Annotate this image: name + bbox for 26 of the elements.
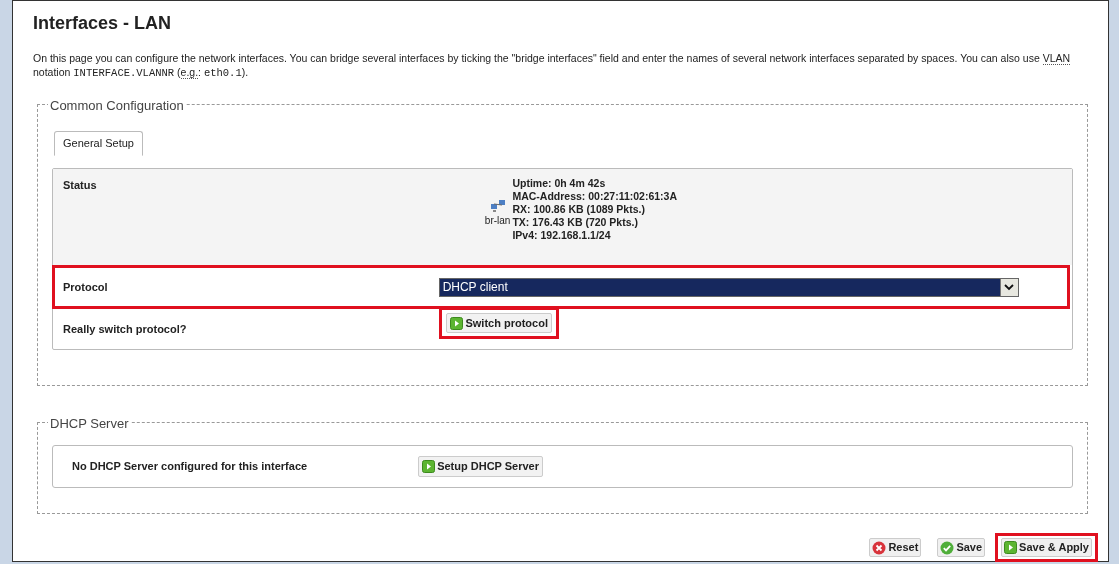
page-title: Interfaces - LAN (33, 12, 172, 35)
action-button[interactable]: Save & Apply (1001, 538, 1092, 557)
description-text: On this page you can configure the network interfaces. You can bridge several interfaces by ticking the "bridge interfaces" field and enter the names of several network interfaces separated by spaces. You can also use VLAN notation INTERFACE.VLANNR (e.g.: eth0.1). (33, 51, 1072, 80)
field-label: Really switch protocol? (63, 322, 187, 337)
chevron-down-icon (999, 278, 1018, 296)
status-line: RX: 100.86 KB (1089 Pkts.) (512, 203, 645, 216)
tab[interactable]: General Setup (54, 131, 143, 156)
play-icon (1004, 541, 1018, 554)
network-icon (489, 199, 506, 213)
info-text: No DHCP Server configured for this interface (72, 459, 308, 475)
play-icon (450, 316, 464, 330)
close-icon (872, 540, 887, 555)
setup-dhcp-button[interactable]: Setup DHCP Server (418, 456, 543, 477)
switch-protocol-button[interactable]: Switch protocol (446, 313, 552, 333)
status-line: IPv4: 192.168.1.1/24 (512, 229, 611, 242)
action-button[interactable]: Reset (869, 538, 922, 557)
checkmark-icon (940, 540, 955, 555)
field-label: Protocol (63, 279, 108, 295)
status-line: MAC-Address: 00:27:11:02:61:3A (512, 190, 677, 203)
status-line: Uptime: 0h 4m 42s (512, 177, 606, 190)
action-button[interactable]: Save (937, 538, 986, 557)
device-name: br-lan (484, 214, 511, 228)
field-label: Status (63, 178, 97, 193)
status-line: TX: 176.43 KB (720 Pkts.) (512, 216, 638, 229)
protocol-select[interactable]: DHCP client (438, 277, 1019, 297)
play-icon (422, 460, 436, 473)
